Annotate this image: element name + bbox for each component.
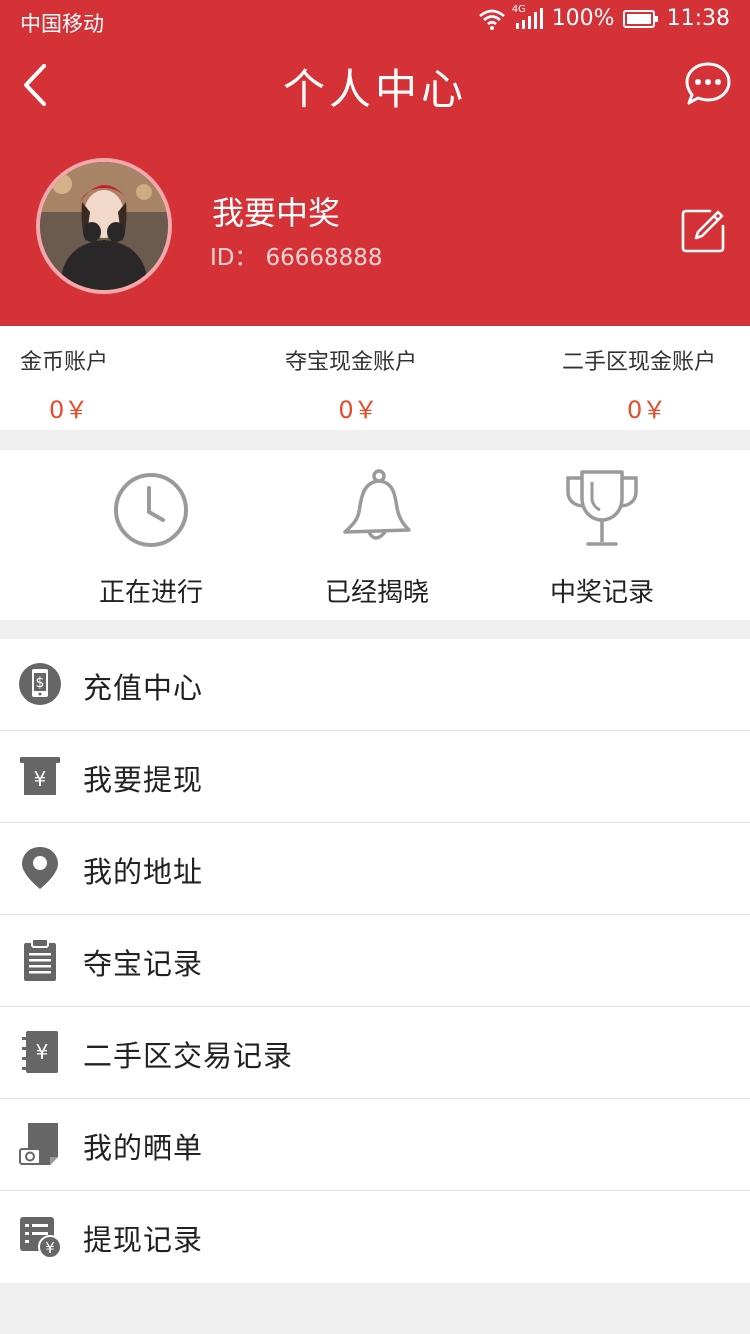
menu-item-address[interactable]: 我的地址 <box>0 823 750 915</box>
network-type: 4G <box>511 3 526 15</box>
clipboard-icon <box>24 938 56 981</box>
battery-icon <box>622 9 658 28</box>
username: 我要中奖 <box>212 194 341 232</box>
account-label: 金币账户 <box>20 350 109 375</box>
second-hand-cash-account[interactable]: 二手区现金账户 0￥ <box>562 344 730 425</box>
menu-item-label: 我要提现 <box>83 763 204 797</box>
svg-text:$: $ <box>36 675 45 691</box>
svg-text:¥: ¥ <box>45 1239 55 1257</box>
withdraw-record-icon: ¥ <box>20 1217 62 1259</box>
photo-post-icon <box>19 1123 58 1165</box>
location-pin-icon <box>22 847 58 889</box>
menu-item-label: 夺宝记录 <box>83 947 204 981</box>
menu-item-withdraw-records[interactable]: ¥ 提现记录 <box>0 1191 750 1283</box>
menu-item-my-posts[interactable]: 我的晒单 <box>0 1099 750 1191</box>
account-label: 二手区现金账户 <box>562 350 717 375</box>
avatar[interactable] <box>36 158 172 294</box>
page-title: 个人中心 <box>282 65 467 114</box>
menu-item-treasure-records[interactable]: 夺宝记录 <box>0 915 750 1007</box>
svg-text:¥: ¥ <box>34 767 47 791</box>
edit-profile-icon[interactable] <box>680 208 726 254</box>
menu-item-withdraw[interactable]: ¥ 我要提现 <box>0 731 750 823</box>
menu-item-label: 充值中心 <box>83 671 204 705</box>
user-profile: 我要中奖 ID： 66668888 <box>36 158 726 298</box>
clock-time: 11:38 <box>666 6 730 31</box>
menu-list: $ 充值中心 ¥ 我要提现 我的地址 夺宝记录 ¥ 二手区交易记录 我的晒单 ¥… <box>0 639 750 1283</box>
menu-item-label: 我的地址 <box>83 855 204 889</box>
withdraw-atm-icon: ¥ <box>20 757 60 795</box>
account-balances: 金币账户 0￥ 夺宝现金账户 0￥ 二手区现金账户 0￥ <box>0 326 750 430</box>
user-id-value: 66668888 <box>265 245 383 271</box>
account-value: 0￥ <box>627 396 667 424</box>
clock-icon <box>114 473 188 547</box>
svg-text:¥: ¥ <box>36 1040 49 1064</box>
battery-percent: 100% <box>551 6 615 31</box>
recharge-phone-icon: $ <box>19 663 61 705</box>
chat-bubble-icon[interactable] <box>684 60 732 108</box>
trophy-icon <box>566 470 638 546</box>
nav-bar: 个人中心 <box>0 50 750 120</box>
account-value: 0￥ <box>49 396 89 424</box>
quick-links: 正在进行 已经揭晓 中奖记录 <box>0 450 750 620</box>
profile-header: 中国移动 4G 100% 11:38 个人中心 我要中奖 ID： 6666888… <box>0 0 750 326</box>
account-label: 夺宝现金账户 <box>285 350 418 375</box>
user-id-label: ID： <box>210 245 258 271</box>
quick-link-revealed[interactable]: 已经揭晓 <box>302 468 452 609</box>
quick-link-win-records[interactable]: 中奖记录 <box>527 468 677 609</box>
user-id: ID： 66668888 <box>210 238 383 272</box>
menu-item-label: 提现记录 <box>83 1223 204 1257</box>
yuan-notebook-icon: ¥ <box>22 1031 58 1073</box>
status-bar: 中国移动 4G 100% 11:38 <box>0 0 750 40</box>
wifi-icon <box>478 9 505 30</box>
treasure-cash-account[interactable]: 夺宝现金账户 0￥ <box>285 344 431 425</box>
quick-link-label: 已经揭晓 <box>324 578 429 608</box>
quick-link-in-progress[interactable]: 正在进行 <box>76 468 226 609</box>
quick-link-label: 正在进行 <box>98 578 203 608</box>
quick-link-label: 中奖记录 <box>549 578 654 608</box>
menu-item-label: 我的晒单 <box>83 1131 204 1165</box>
account-value: 0￥ <box>338 396 378 424</box>
gold-coin-account[interactable]: 金币账户 0￥ <box>20 344 120 425</box>
bell-icon <box>343 469 411 540</box>
menu-item-second-hand-records[interactable]: ¥ 二手区交易记录 <box>0 1007 750 1099</box>
menu-item-recharge[interactable]: $ 充值中心 <box>0 639 750 731</box>
menu-item-label: 二手区交易记录 <box>83 1039 294 1073</box>
carrier-name: 中国移动 <box>20 12 104 36</box>
